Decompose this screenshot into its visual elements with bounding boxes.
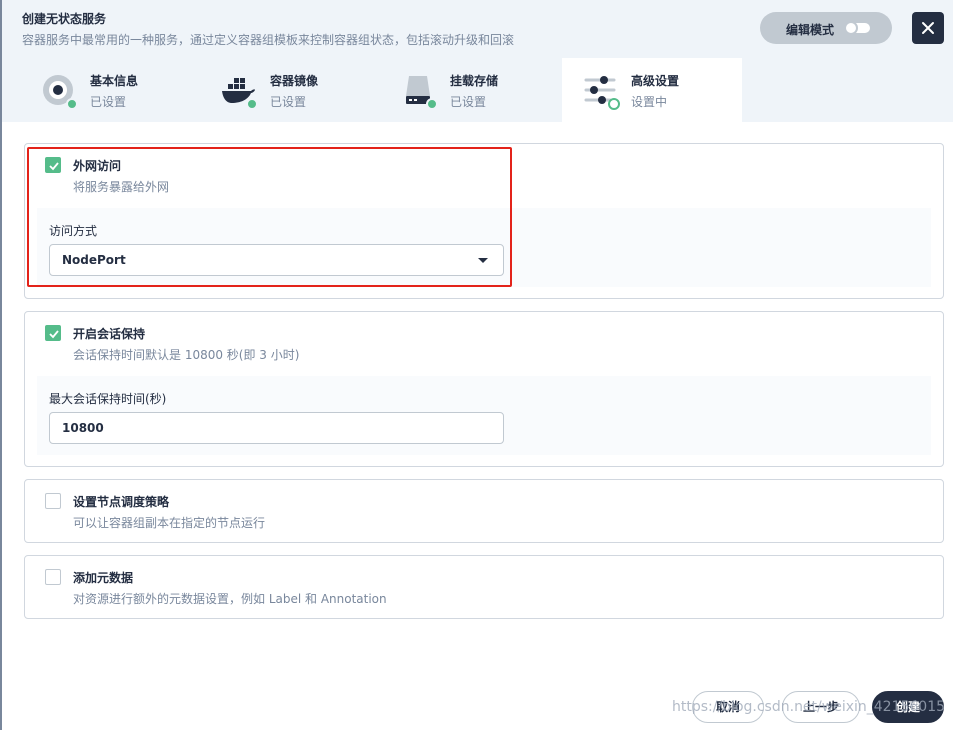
toggle-switch[interactable] [844, 21, 870, 35]
tab-mount-storage[interactable]: 挂载存储 已设置 [380, 58, 560, 122]
tab-title: 基本信息 [90, 74, 139, 88]
node-scheduling-description: 可以让容器组副本在指定的节点运行 [73, 516, 266, 530]
tab-title: 挂载存储 [450, 74, 499, 88]
status-done-dot [66, 98, 78, 110]
dialog-header: 创建无状态服务 容器服务中最常用的一种服务，通过定义容器组模板来控制容器组状态，… [0, 0, 953, 58]
dialog-title: 创建无状态服务 [22, 12, 107, 26]
session-affinity-description: 会话保持时间默认是 10800 秒(即 3 小时) [73, 348, 300, 362]
status-in-progress-dot [608, 98, 620, 110]
access-method-select[interactable]: NodePort [49, 244, 504, 276]
step-tabs: 基本信息 已设置 容器镜像 已设置 挂载存储 已设置 高级设置 设置中 [0, 58, 953, 122]
node-scheduling-card: 设置节点调度策略 可以让容器组副本在指定的节点运行 [24, 479, 944, 543]
session-affinity-card: 开启会话保持 会话保持时间默认是 10800 秒(即 3 小时) 最大会话保持时… [24, 311, 944, 467]
tab-container-image[interactable]: 容器镜像 已设置 [200, 58, 380, 122]
advanced-settings-content: 外网访问 将服务暴露给外网 访问方式 NodePort 开启会话保持 会话保持时… [0, 122, 953, 730]
tab-status: 已设置 [270, 95, 307, 109]
caret-down-icon [478, 258, 488, 263]
session-timeout-input[interactable] [49, 412, 504, 444]
check-icon [49, 330, 59, 339]
access-method-label: 访问方式 [49, 224, 98, 238]
tab-title: 容器镜像 [270, 74, 319, 88]
status-done-dot [426, 98, 438, 110]
close-icon [922, 22, 934, 34]
session-timeout-panel: 最大会话保持时间(秒) [37, 376, 931, 455]
watermark-text: https://blog.csdn.net/weixin_42156015 [672, 699, 946, 715]
check-icon [49, 162, 59, 171]
tab-title: 高级设置 [631, 74, 680, 88]
metadata-title: 添加元数据 [73, 571, 134, 585]
external-access-checkbox[interactable] [45, 157, 61, 173]
tab-status: 已设置 [450, 95, 487, 109]
tab-status: 已设置 [90, 95, 127, 109]
close-button[interactable] [912, 12, 944, 44]
tab-advanced-settings[interactable]: 高级设置 设置中 [562, 58, 742, 122]
tab-basic-info[interactable]: 基本信息 已设置 [20, 58, 200, 122]
edit-mode-toggle-button[interactable]: 编辑模式 [760, 12, 892, 44]
edit-mode-label: 编辑模式 [786, 23, 835, 37]
access-method-panel: 访问方式 NodePort [37, 208, 931, 287]
status-done-dot [246, 98, 258, 110]
session-affinity-checkbox[interactable] [45, 325, 61, 341]
toggle-knob [844, 21, 858, 35]
external-access-card: 外网访问 将服务暴露给外网 访问方式 NodePort [24, 143, 944, 299]
metadata-description: 对资源进行额外的元数据设置，例如 Label 和 Annotation [73, 592, 387, 606]
node-scheduling-title: 设置节点调度策略 [73, 495, 170, 509]
metadata-checkbox[interactable] [45, 569, 61, 585]
metadata-card: 添加元数据 对资源进行额外的元数据设置，例如 Label 和 Annotatio… [24, 555, 944, 619]
node-scheduling-checkbox[interactable] [45, 493, 61, 509]
external-access-title: 外网访问 [73, 159, 122, 173]
access-method-value: NodePort [62, 253, 126, 267]
dialog-description: 容器服务中最常用的一种服务，通过定义容器组模板来控制容器组状态，包括滚动升级和回… [22, 33, 515, 47]
session-affinity-title: 开启会话保持 [73, 327, 146, 341]
external-access-description: 将服务暴露给外网 [73, 180, 170, 194]
session-timeout-label: 最大会话保持时间(秒) [49, 392, 167, 406]
tab-status: 设置中 [631, 95, 668, 109]
